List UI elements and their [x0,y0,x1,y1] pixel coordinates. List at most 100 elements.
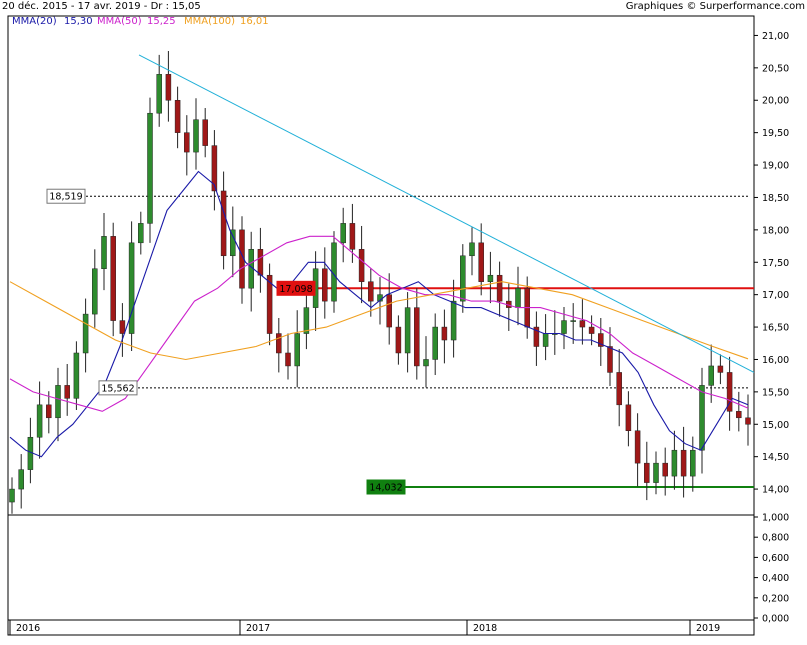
legend-mma50-value: 15,25 [147,16,176,27]
candle-body [432,326,438,360]
y-tick-label: 18,50 [762,193,789,204]
candle-body [450,300,457,341]
candle-body [441,326,448,341]
y-tick-label: 20,00 [762,96,789,107]
level-label: 18,519 [49,192,82,203]
candle-body [322,268,328,302]
volume-tick-label: 1,000 [762,513,789,524]
candle-body [128,242,135,334]
candle-body [230,229,236,257]
candle-body [156,74,162,114]
x-tick-label: 2019 [696,623,720,634]
candle-body [285,352,291,367]
candle-body [368,281,374,302]
candle-body [653,462,659,483]
candle-body [680,449,687,477]
candle-body [202,119,208,146]
candle-body [119,320,126,334]
chart-source-text: Graphiques © Surperformance.com [626,1,805,12]
candle-body [745,417,751,425]
candle-body [460,255,466,302]
candle-body [184,132,190,153]
legend-mma50-label: MMA(50) [97,16,142,27]
candle-body [138,223,144,244]
volume-tick-label: 0,400 [762,573,789,584]
chart-period-text: 20 déc. 2015 - 17 avr. 2019 - Dr : 15,05 [2,0,201,12]
y-tick-label: 21,00 [762,31,789,42]
y-tick-label: 20,50 [762,63,789,74]
candle-body [165,74,172,101]
x-tick-label: 2018 [473,623,497,634]
candle-body [92,268,98,315]
stock-chart: 20 déc. 2015 - 17 avr. 2019 - Dr : 15,05… [0,0,807,645]
candle-body [55,385,61,419]
candle-body [671,449,678,477]
candle-body [478,242,484,282]
candle-body [294,333,300,367]
candle-body [64,385,70,399]
candle-body [9,488,15,503]
y-tick-label: 14,00 [762,485,789,496]
y-tick-label: 16,00 [762,355,789,366]
candle-body [193,119,199,153]
candle-body [220,190,227,257]
y-tick-label: 18,00 [762,225,789,236]
volume-tick-label: 0,200 [762,593,789,604]
candle-body [570,320,576,322]
candle-body [487,274,494,282]
candle-body [699,385,705,451]
level-label: 17,098 [279,284,312,295]
candle-body [101,236,107,269]
y-tick-label: 15,50 [762,387,789,398]
candle-body [36,404,43,438]
candle-body [736,411,742,419]
level-label: 15,562 [101,383,134,394]
candle-body [579,320,586,328]
volume-tick-label: 0,800 [762,533,789,544]
x-tick-label: 2017 [246,623,270,634]
level-label: 14,032 [369,483,402,494]
candle-body [588,326,595,334]
candle-body [662,462,668,477]
candle-body [616,372,622,406]
candle-body [625,404,632,432]
candle-body [18,469,24,490]
candle-body [82,313,89,354]
candle-body [717,365,724,373]
candle-body [110,236,116,321]
ma-legend: MMA(20) 15,30 MMA(50) 15,25 MMA(100) 16,… [12,16,269,27]
legend-mma20-value: 15,30 [64,16,93,27]
candle-body [496,274,503,302]
volume-tick-label: 0,600 [762,553,789,564]
y-tick-label: 15,00 [762,420,789,431]
candle-body [386,294,392,328]
candle-body [469,242,475,257]
candle-body [257,249,264,276]
candle-body [303,307,310,334]
y-tick-label: 19,00 [762,161,789,172]
candle-body [542,333,549,347]
y-tick-label: 17,00 [762,290,789,301]
y-tick-label: 19,50 [762,128,789,139]
candle-body [414,307,420,367]
y-tick-label: 17,50 [762,258,789,269]
candle-body [423,359,429,367]
volume-tick-label: 0,000 [762,614,789,625]
candle-body [708,365,714,386]
candle-body [561,320,567,334]
legend-mma20-label: MMA(20) [12,16,57,27]
legend-mma100-value: 16,01 [240,16,269,27]
candle-body [73,352,80,399]
candle-body [404,307,411,354]
candle-body [174,99,181,133]
y-tick-label: 16,50 [762,323,789,334]
candle-body [515,287,521,308]
legend-mma100-label: MMA(100) [184,16,235,27]
candle-body [349,223,356,250]
candle-body [147,112,153,224]
candle-body [358,249,365,282]
candle-body [276,333,282,354]
candle-body [395,326,402,354]
candle-body [340,223,346,244]
candle-body [644,462,650,483]
